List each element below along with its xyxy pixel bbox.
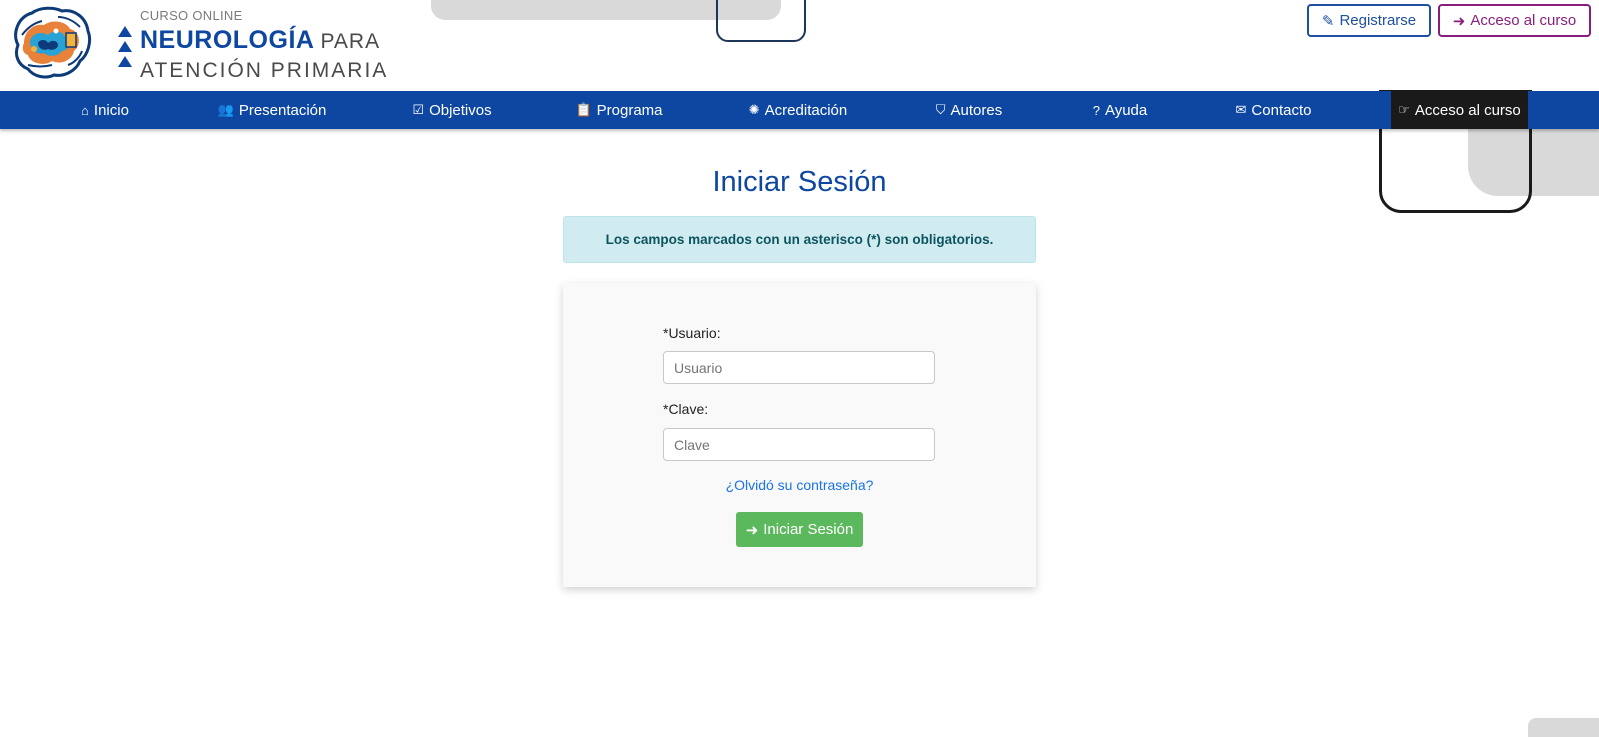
nav-item-inicio[interactable]: ⌂ Inicio (66, 91, 144, 129)
password-label: *Clave: (663, 401, 709, 417)
nav-item-label: Objetivos (429, 101, 492, 119)
check-square-icon: ☑ (412, 102, 425, 117)
sign-in-icon: ➜ (745, 521, 759, 539)
course-access-button-label: Acceso al curso (1470, 12, 1577, 29)
nav-item-label: Programa (596, 101, 663, 119)
password-input[interactable] (663, 428, 935, 461)
nav-item-autores[interactable]: ⛉ Autores (930, 91, 1008, 129)
brand-subtitle: CURSO ONLINE (140, 8, 243, 23)
login-submit-button[interactable]: ➜ Iniciar Sesión (736, 512, 863, 547)
nav-item-acceso-al-curso[interactable]: ☞ Acceso al curso (1391, 91, 1528, 129)
nav-item-label: Autores (950, 101, 1003, 119)
brand-line-2: ATENCIÓN PRIMARIA (140, 59, 389, 82)
page-title: Iniciar Sesión (712, 166, 887, 198)
hand-pointer-icon: ☞ (1398, 102, 1410, 117)
question-circle-icon: ? (1092, 102, 1100, 118)
register-button[interactable]: ✎ Registrarse (1307, 4, 1431, 37)
home-icon: ⌂ (81, 102, 89, 118)
nav-item-label: Ayuda (1104, 101, 1148, 119)
nav-item-label: Contacto (1251, 101, 1312, 119)
username-label: *Usuario: (663, 325, 721, 341)
forgot-password-link[interactable]: ¿Olvidó su contraseña? (563, 477, 1036, 493)
triangle-stack-icon (118, 26, 132, 71)
main-navbar: ⌂ Inicio 👥 Presentación ☑ Objetivos 📋 Pr… (0, 91, 1599, 129)
nav-item-objetivos[interactable]: ☑ Objetivos (405, 91, 499, 129)
nav-item-acreditacion[interactable]: ✺ Acreditación (741, 91, 855, 129)
page: CURSO ONLINE NEUROLOGÍA PARA ATENCIÓN PRI… (0, 0, 1599, 737)
brand-title-main: NEUROLOGÍA (140, 26, 315, 54)
pencil-icon: ✎ (1321, 12, 1335, 30)
nav-item-label: Acreditación (764, 101, 848, 119)
required-fields-notice: Los campos marcados con un asterisco (*)… (563, 216, 1036, 263)
nav-item-contacto[interactable]: ✉ Contacto (1228, 91, 1319, 129)
register-button-label: Registrarse (1339, 12, 1417, 29)
nav-item-label: Acceso al curso (1414, 101, 1521, 119)
shield-icon: ⛉ (935, 102, 946, 117)
decorative-frame-top (716, 0, 806, 42)
username-input[interactable] (663, 351, 935, 384)
calendar-check-icon: 📋 (575, 102, 592, 117)
nav-item-label: Inicio (93, 101, 129, 119)
login-form: *Usuario: *Clave: ¿Olvidó su contraseña?… (563, 283, 1036, 587)
nav-item-ayuda[interactable]: ? Ayuda (1085, 91, 1155, 129)
users-icon: 👥 (217, 102, 234, 117)
brand-line-1: NEUROLOGÍA PARA (140, 26, 380, 55)
certificate-icon: ✺ (748, 102, 760, 117)
nav-item-label: Presentación (238, 101, 327, 119)
envelope-icon: ✉ (1235, 102, 1247, 117)
login-submit-label: Iniciar Sesión (763, 521, 854, 538)
brand-title-para: PARA (320, 30, 381, 53)
course-access-button[interactable]: ➜ Acceso al curso (1438, 4, 1591, 37)
decorative-gray-shape-bottom (1528, 718, 1599, 737)
nav-item-programa[interactable]: 📋 Programa (570, 91, 668, 129)
nav-item-presentacion[interactable]: 👥 Presentación (207, 91, 337, 129)
brain-logo-icon[interactable] (8, 5, 92, 81)
sign-in-icon: ➜ (1452, 12, 1466, 30)
